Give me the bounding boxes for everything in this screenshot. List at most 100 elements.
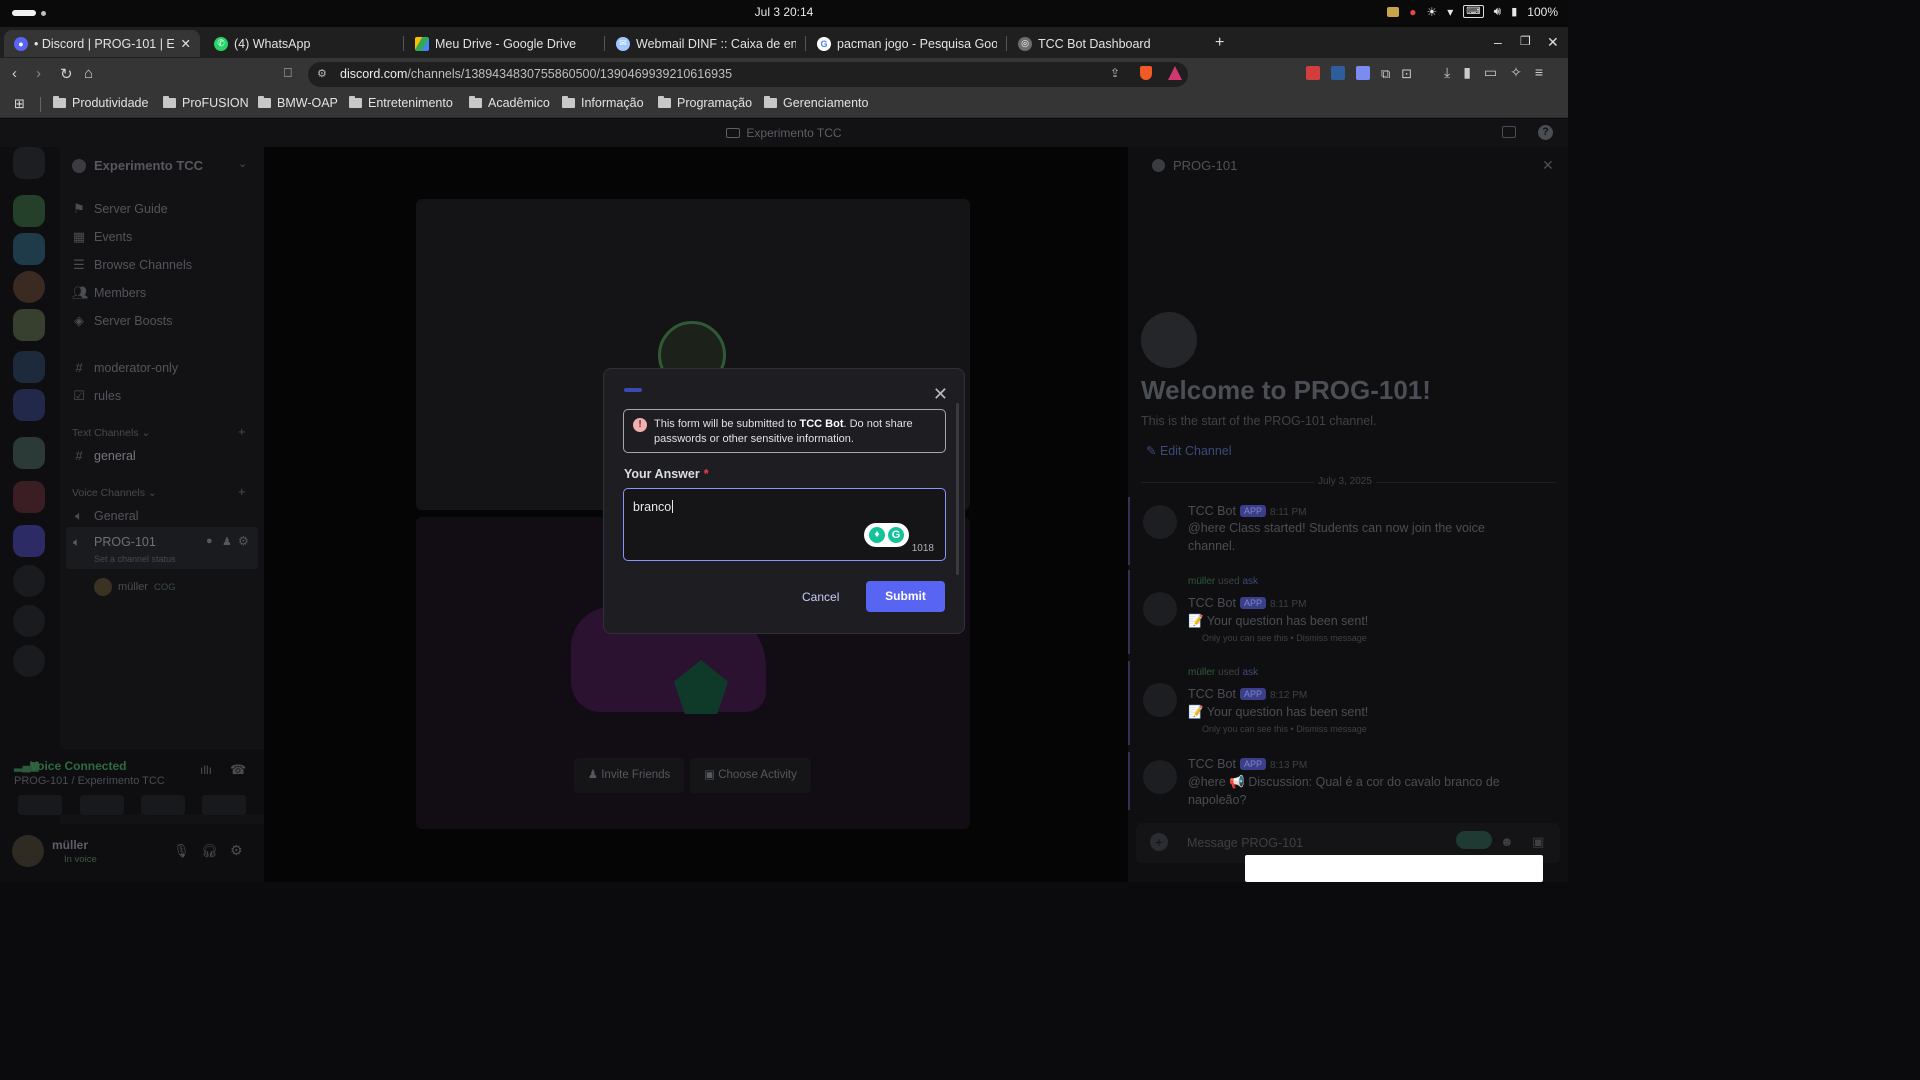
extension-red-icon[interactable] <box>1306 66 1320 80</box>
tab-title: (4) WhatsApp <box>234 36 311 51</box>
browser-toolbar: ‹ › ↻ ⌂ ⎕ ⚙ discord.com/channels/1389434… <box>0 58 1568 91</box>
apps-grid-icon[interactable]: ⊞ <box>14 96 25 112</box>
tab-separator <box>403 36 404 51</box>
tab-whatsapp[interactable]: ✆ (4) WhatsApp <box>204 30 404 57</box>
brightness-icon[interactable]: ☀ <box>1426 5 1437 19</box>
screenshot-icon[interactable]: ⊡ <box>1401 66 1412 82</box>
bookmark-folder[interactable]: Entretenimento <box>349 96 453 110</box>
puzzle-icon[interactable]: ⧉ <box>1381 66 1390 82</box>
discord-favicon-icon: ● <box>14 36 28 51</box>
bookmark-folder[interactable]: BMW-OAP <box>258 96 338 110</box>
volume-icon[interactable]: 🔊︎ <box>1494 4 1502 19</box>
bookmark-folder[interactable]: Produtividade <box>53 96 148 110</box>
tab-separator <box>1006 36 1007 51</box>
folder-icon <box>469 96 482 108</box>
text-caret <box>672 500 674 513</box>
tab-title: TCC Bot Dashboard <box>1038 36 1151 51</box>
folder-icon <box>764 96 777 108</box>
brave-rewards-icon[interactable] <box>1168 66 1182 80</box>
close-window-icon[interactable]: ✕ <box>1547 34 1559 51</box>
bot-form-modal: ✕ ! This form will be submitted to TCC B… <box>603 368 965 634</box>
share-icon[interactable]: ⇪ <box>1110 66 1120 80</box>
app-tray-icon[interactable] <box>1387 6 1400 17</box>
folder-icon <box>258 96 271 108</box>
keyboard-icon[interactable]: ⌨ <box>1463 5 1484 18</box>
google-drive-favicon-icon <box>415 36 429 51</box>
globe-favicon-icon: ◎ <box>1018 36 1032 51</box>
battery-icon[interactable]: ▮ <box>1511 5 1517 18</box>
minimize-window-icon[interactable]: – <box>1494 34 1502 50</box>
site-info-icon[interactable]: ⚙ <box>317 67 327 80</box>
grammarly-g-icon: G <box>888 527 904 543</box>
answer-textarea[interactable]: branco ♦ G 1018 <box>623 488 946 561</box>
grammarly-icon[interactable]: ♦ G <box>864 523 909 547</box>
wallet-icon[interactable]: ▭ <box>1484 64 1497 81</box>
forward-icon[interactable]: › <box>36 65 41 82</box>
bookmark-folder[interactable]: Acadêmico <box>469 96 550 110</box>
modal-title-placeholder <box>624 388 642 392</box>
tab-tcc-dashboard[interactable]: ◎ TCC Bot Dashboard <box>1008 30 1208 57</box>
answer-field-label: Your Answer * <box>624 467 709 481</box>
folder-icon <box>349 96 362 108</box>
browser-tab-bar: ● • Discord | PROG-101 | E ✕ ✆ (4) Whats… <box>0 27 1568 58</box>
submit-button[interactable]: Submit <box>866 581 945 612</box>
tab-separator <box>805 36 806 51</box>
extension-blue-icon[interactable] <box>1331 66 1345 80</box>
tab-google-search[interactable]: G pacman jogo - Pesquisa Goog <box>807 30 1007 57</box>
google-favicon-icon: G <box>817 36 831 51</box>
leo-ai-icon[interactable]: ✧ <box>1510 64 1522 81</box>
bookmarks-separator <box>40 97 41 112</box>
bookmark-page-icon[interactable]: ⎕ <box>284 65 292 81</box>
extensions-tray: ⧉ ⊡ <box>1306 66 1412 82</box>
character-counter: 1018 <box>911 543 934 554</box>
address-bar[interactable]: ⚙ discord.com/channels/13894348307558605… <box>308 62 1188 87</box>
grammarly-bulb-icon: ♦ <box>869 527 885 543</box>
bookmark-folder[interactable]: Programação <box>658 96 752 110</box>
tab-separator <box>604 36 605 51</box>
folder-icon <box>562 96 575 108</box>
bookmark-folder[interactable]: Gerenciamento <box>764 96 868 110</box>
sidebar-icon[interactable]: ▮ <box>1463 64 1471 81</box>
close-icon[interactable]: ✕ <box>933 385 948 403</box>
tab-title: Meu Drive - Google Drive <box>435 36 577 51</box>
system-clock[interactable]: Jul 3 20:14 <box>0 5 1568 19</box>
menu-icon[interactable]: ≡ <box>1535 64 1543 81</box>
battery-level: 100% <box>1527 4 1558 19</box>
bookmark-folder[interactable]: Informação <box>562 96 644 110</box>
webmail-favicon-icon: ✉ <box>616 36 630 51</box>
whatsapp-favicon-icon: ✆ <box>214 36 228 51</box>
system-top-bar: Jul 3 20:14 ● ☀ ▾ ⌨ 🔊︎ ▮ 100% <box>0 0 1568 27</box>
back-icon[interactable]: ‹ <box>12 65 17 82</box>
warning-text: This form will be submitted to TCC Bot. … <box>654 418 913 445</box>
extension-translate-icon[interactable] <box>1356 66 1370 80</box>
tab-title: Webmail DINF :: Caixa de ent <box>636 36 796 51</box>
bookmarks-bar: ⊞ Produtividade ProFUSION BMW-OAP Entret… <box>0 91 1568 118</box>
microphone-icon[interactable]: ● <box>1409 5 1416 19</box>
wifi-icon[interactable]: ▾ <box>1447 5 1453 19</box>
folder-icon <box>163 96 176 108</box>
cancel-button[interactable]: Cancel <box>802 590 839 604</box>
url-text[interactable]: discord.com/channels/1389434830755860500… <box>340 67 732 81</box>
maximize-window-icon[interactable]: ❐ <box>1520 34 1531 48</box>
sensitive-info-warning: ! This form will be submitted to TCC Bot… <box>623 409 946 453</box>
folder-icon <box>658 96 671 108</box>
tab-title: pacman jogo - Pesquisa Goog <box>837 36 997 51</box>
system-tray: ● ☀ ▾ ⌨ 🔊︎ ▮ 100% <box>1387 4 1558 19</box>
modal-scrollbar[interactable] <box>956 403 959 575</box>
new-tab-button[interactable]: + <box>1215 34 1224 52</box>
browser-actions: ⤓ ▮ ▭ ✧ ≡ <box>1444 64 1543 81</box>
tab-title: • Discord | PROG-101 | E <box>34 36 175 51</box>
folder-icon <box>53 96 66 108</box>
bookmark-folder[interactable]: ProFUSION <box>163 96 249 110</box>
brave-shields-icon[interactable] <box>1140 66 1152 80</box>
tab-discord[interactable]: ● • Discord | PROG-101 | E ✕ <box>4 30 200 57</box>
answer-value[interactable]: branco <box>633 500 674 514</box>
reload-icon[interactable]: ↻ <box>60 65 73 83</box>
download-icon[interactable]: ⤓ <box>1444 64 1450 81</box>
tab-webmail[interactable]: ✉ Webmail DINF :: Caixa de ent <box>606 30 806 57</box>
alert-icon: ! <box>633 418 647 432</box>
close-tab-icon[interactable]: ✕ <box>181 36 191 51</box>
required-asterisk: * <box>703 467 709 481</box>
tab-google-drive[interactable]: Meu Drive - Google Drive <box>405 30 605 57</box>
home-icon[interactable]: ⌂ <box>84 65 93 82</box>
